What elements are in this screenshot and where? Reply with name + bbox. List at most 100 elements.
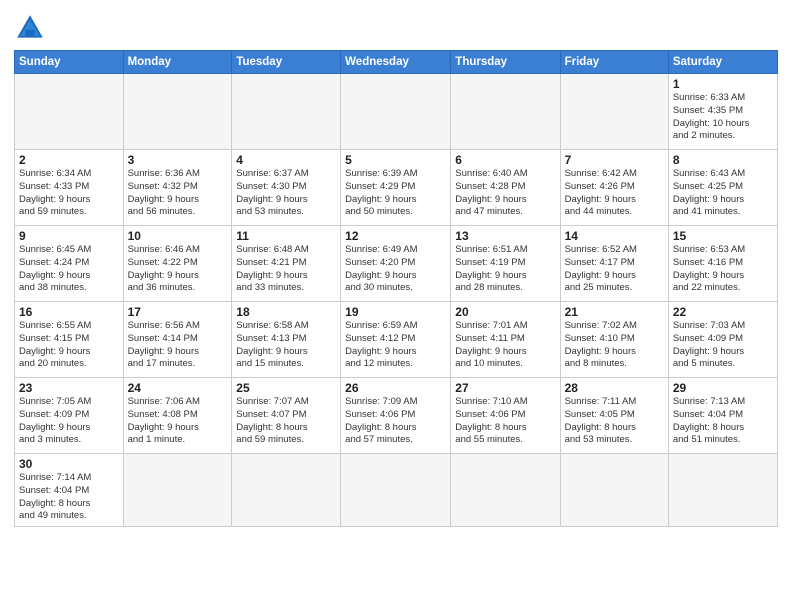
calendar-cell: 12Sunrise: 6:49 AM Sunset: 4:20 PM Dayli…: [341, 226, 451, 302]
day-number: 22: [673, 305, 773, 319]
calendar-table: SundayMondayTuesdayWednesdayThursdayFrid…: [14, 50, 778, 527]
day-info: Sunrise: 6:46 AM Sunset: 4:22 PM Dayligh…: [128, 244, 228, 295]
calendar-cell: 10Sunrise: 6:46 AM Sunset: 4:22 PM Dayli…: [123, 226, 232, 302]
day-info: Sunrise: 6:52 AM Sunset: 4:17 PM Dayligh…: [565, 244, 664, 295]
week-row-3: 9Sunrise: 6:45 AM Sunset: 4:24 PM Daylig…: [15, 226, 778, 302]
day-info: Sunrise: 6:34 AM Sunset: 4:33 PM Dayligh…: [19, 168, 119, 219]
day-number: 3: [128, 153, 228, 167]
day-info: Sunrise: 7:14 AM Sunset: 4:04 PM Dayligh…: [19, 472, 119, 523]
calendar-cell: [232, 454, 341, 527]
calendar-cell: 16Sunrise: 6:55 AM Sunset: 4:15 PM Dayli…: [15, 302, 124, 378]
calendar-cell: 5Sunrise: 6:39 AM Sunset: 4:29 PM Daylig…: [341, 150, 451, 226]
week-row-5: 23Sunrise: 7:05 AM Sunset: 4:09 PM Dayli…: [15, 378, 778, 454]
day-number: 29: [673, 381, 773, 395]
day-number: 30: [19, 457, 119, 471]
calendar-cell: 21Sunrise: 7:02 AM Sunset: 4:10 PM Dayli…: [560, 302, 668, 378]
day-info: Sunrise: 7:09 AM Sunset: 4:06 PM Dayligh…: [345, 396, 446, 447]
day-info: Sunrise: 6:45 AM Sunset: 4:24 PM Dayligh…: [19, 244, 119, 295]
day-info: Sunrise: 6:56 AM Sunset: 4:14 PM Dayligh…: [128, 320, 228, 371]
day-number: 12: [345, 229, 446, 243]
calendar-cell: [668, 454, 777, 527]
day-number: 19: [345, 305, 446, 319]
week-row-4: 16Sunrise: 6:55 AM Sunset: 4:15 PM Dayli…: [15, 302, 778, 378]
calendar-cell: 2Sunrise: 6:34 AM Sunset: 4:33 PM Daylig…: [15, 150, 124, 226]
day-number: 8: [673, 153, 773, 167]
calendar-cell: 23Sunrise: 7:05 AM Sunset: 4:09 PM Dayli…: [15, 378, 124, 454]
day-info: Sunrise: 6:36 AM Sunset: 4:32 PM Dayligh…: [128, 168, 228, 219]
weekday-header-thursday: Thursday: [451, 51, 560, 74]
day-number: 28: [565, 381, 664, 395]
calendar-cell: 1Sunrise: 6:33 AM Sunset: 4:35 PM Daylig…: [668, 74, 777, 150]
logo: [14, 12, 50, 44]
day-number: 10: [128, 229, 228, 243]
day-number: 16: [19, 305, 119, 319]
day-info: Sunrise: 7:02 AM Sunset: 4:10 PM Dayligh…: [565, 320, 664, 371]
day-info: Sunrise: 7:03 AM Sunset: 4:09 PM Dayligh…: [673, 320, 773, 371]
calendar-cell: [123, 74, 232, 150]
day-number: 17: [128, 305, 228, 319]
day-number: 4: [236, 153, 336, 167]
day-info: Sunrise: 6:51 AM Sunset: 4:19 PM Dayligh…: [455, 244, 555, 295]
day-number: 21: [565, 305, 664, 319]
day-number: 1: [673, 77, 773, 91]
calendar-cell: [451, 74, 560, 150]
calendar-cell: 20Sunrise: 7:01 AM Sunset: 4:11 PM Dayli…: [451, 302, 560, 378]
day-info: Sunrise: 7:11 AM Sunset: 4:05 PM Dayligh…: [565, 396, 664, 447]
day-number: 5: [345, 153, 446, 167]
day-number: 20: [455, 305, 555, 319]
day-info: Sunrise: 7:13 AM Sunset: 4:04 PM Dayligh…: [673, 396, 773, 447]
day-info: Sunrise: 6:48 AM Sunset: 4:21 PM Dayligh…: [236, 244, 336, 295]
calendar-cell: 24Sunrise: 7:06 AM Sunset: 4:08 PM Dayli…: [123, 378, 232, 454]
day-number: 13: [455, 229, 555, 243]
calendar-cell: 22Sunrise: 7:03 AM Sunset: 4:09 PM Dayli…: [668, 302, 777, 378]
day-number: 11: [236, 229, 336, 243]
day-number: 18: [236, 305, 336, 319]
page: SundayMondayTuesdayWednesdayThursdayFrid…: [0, 0, 792, 612]
day-info: Sunrise: 6:58 AM Sunset: 4:13 PM Dayligh…: [236, 320, 336, 371]
calendar-cell: 3Sunrise: 6:36 AM Sunset: 4:32 PM Daylig…: [123, 150, 232, 226]
day-number: 14: [565, 229, 664, 243]
calendar-cell: 8Sunrise: 6:43 AM Sunset: 4:25 PM Daylig…: [668, 150, 777, 226]
calendar-cell: [15, 74, 124, 150]
header: [14, 12, 778, 44]
calendar-cell: 14Sunrise: 6:52 AM Sunset: 4:17 PM Dayli…: [560, 226, 668, 302]
day-number: 27: [455, 381, 555, 395]
calendar-cell: [123, 454, 232, 527]
day-info: Sunrise: 6:55 AM Sunset: 4:15 PM Dayligh…: [19, 320, 119, 371]
day-number: 15: [673, 229, 773, 243]
day-number: 9: [19, 229, 119, 243]
calendar-cell: 25Sunrise: 7:07 AM Sunset: 4:07 PM Dayli…: [232, 378, 341, 454]
calendar-cell: 19Sunrise: 6:59 AM Sunset: 4:12 PM Dayli…: [341, 302, 451, 378]
day-info: Sunrise: 7:07 AM Sunset: 4:07 PM Dayligh…: [236, 396, 336, 447]
weekday-header-friday: Friday: [560, 51, 668, 74]
weekday-header-saturday: Saturday: [668, 51, 777, 74]
calendar-cell: [560, 454, 668, 527]
day-info: Sunrise: 6:39 AM Sunset: 4:29 PM Dayligh…: [345, 168, 446, 219]
calendar-cell: 29Sunrise: 7:13 AM Sunset: 4:04 PM Dayli…: [668, 378, 777, 454]
day-info: Sunrise: 7:06 AM Sunset: 4:08 PM Dayligh…: [128, 396, 228, 447]
day-number: 24: [128, 381, 228, 395]
weekday-header-row: SundayMondayTuesdayWednesdayThursdayFrid…: [15, 51, 778, 74]
calendar-cell: 30Sunrise: 7:14 AM Sunset: 4:04 PM Dayli…: [15, 454, 124, 527]
calendar-cell: 28Sunrise: 7:11 AM Sunset: 4:05 PM Dayli…: [560, 378, 668, 454]
day-info: Sunrise: 7:01 AM Sunset: 4:11 PM Dayligh…: [455, 320, 555, 371]
day-number: 7: [565, 153, 664, 167]
calendar-cell: 13Sunrise: 6:51 AM Sunset: 4:19 PM Dayli…: [451, 226, 560, 302]
day-info: Sunrise: 7:10 AM Sunset: 4:06 PM Dayligh…: [455, 396, 555, 447]
weekday-header-wednesday: Wednesday: [341, 51, 451, 74]
calendar-cell: 18Sunrise: 6:58 AM Sunset: 4:13 PM Dayli…: [232, 302, 341, 378]
weekday-header-monday: Monday: [123, 51, 232, 74]
day-info: Sunrise: 6:37 AM Sunset: 4:30 PM Dayligh…: [236, 168, 336, 219]
day-number: 23: [19, 381, 119, 395]
calendar-cell: 4Sunrise: 6:37 AM Sunset: 4:30 PM Daylig…: [232, 150, 341, 226]
weekday-header-tuesday: Tuesday: [232, 51, 341, 74]
day-info: Sunrise: 6:40 AM Sunset: 4:28 PM Dayligh…: [455, 168, 555, 219]
calendar-cell: 26Sunrise: 7:09 AM Sunset: 4:06 PM Dayli…: [341, 378, 451, 454]
day-info: Sunrise: 6:43 AM Sunset: 4:25 PM Dayligh…: [673, 168, 773, 219]
calendar-cell: 27Sunrise: 7:10 AM Sunset: 4:06 PM Dayli…: [451, 378, 560, 454]
day-number: 26: [345, 381, 446, 395]
calendar-cell: [232, 74, 341, 150]
calendar-cell: 9Sunrise: 6:45 AM Sunset: 4:24 PM Daylig…: [15, 226, 124, 302]
week-row-1: 1Sunrise: 6:33 AM Sunset: 4:35 PM Daylig…: [15, 74, 778, 150]
day-info: Sunrise: 7:05 AM Sunset: 4:09 PM Dayligh…: [19, 396, 119, 447]
